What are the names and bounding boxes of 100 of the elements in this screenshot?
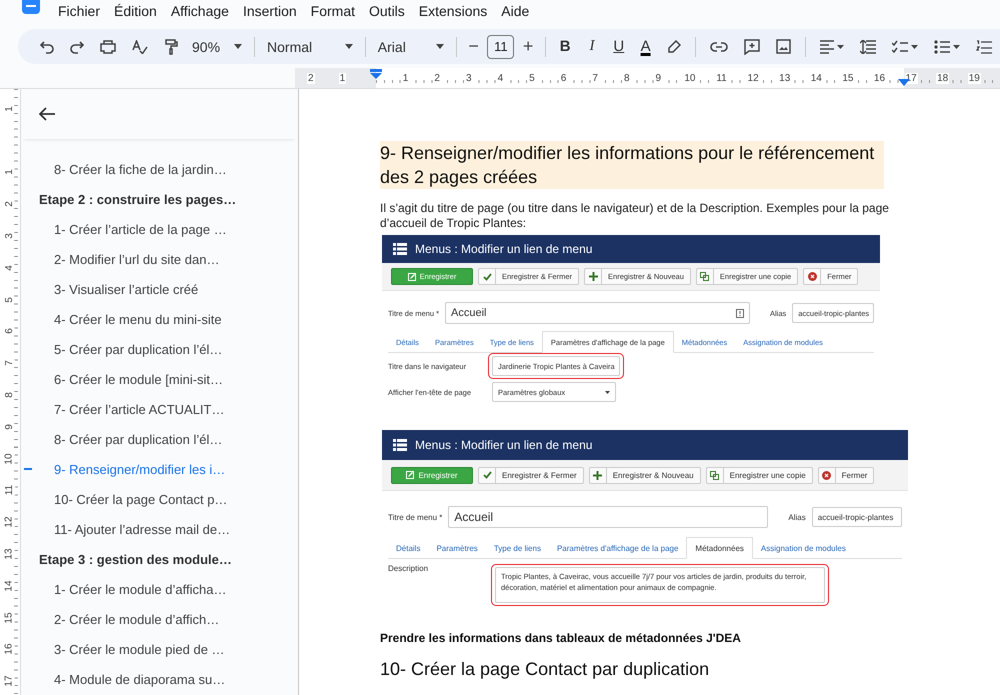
outline-item[interactable]: 8- Créer par duplication l’él… bbox=[54, 432, 222, 446]
close-icon bbox=[808, 272, 817, 281]
text-color-button[interactable]: A bbox=[632, 34, 659, 60]
indent-marker-icon[interactable] bbox=[370, 69, 382, 79]
plus-icon bbox=[588, 272, 598, 281]
outline-item[interactable]: 3- Visualiser l’article créé bbox=[54, 282, 198, 296]
ruler-number: 5 bbox=[5, 296, 15, 302]
admin-button[interactable]: Enregistrer & Fermer bbox=[478, 466, 584, 484]
paint-format-icon[interactable] bbox=[164, 38, 178, 54]
redo-icon[interactable] bbox=[70, 40, 84, 54]
admin-button[interactable]: Enregistrer & Nouveau bbox=[588, 466, 701, 484]
menu-item[interactable]: Extensions bbox=[418, 3, 488, 19]
menu-item[interactable]: Insertion bbox=[242, 3, 297, 19]
italic-button[interactable]: I bbox=[578, 34, 606, 60]
title-field[interactable]: Accueil bbox=[448, 506, 768, 528]
menu-item[interactable]: Aide bbox=[501, 3, 530, 19]
caret-icon bbox=[605, 390, 610, 394]
outline-item[interactable]: 8- Créer la fiche de la jardin… bbox=[54, 162, 227, 176]
link-icon[interactable] bbox=[710, 42, 728, 52]
checklist-icon[interactable] bbox=[892, 40, 918, 54]
ruler-number: 12 bbox=[5, 516, 15, 528]
outline-item[interactable]: 2- Créer le module d’affich… bbox=[54, 612, 220, 626]
ruler-number: 14 bbox=[5, 580, 15, 592]
docs-logo-icon[interactable] bbox=[22, 0, 40, 14]
font-dropdown[interactable]: Arial bbox=[372, 34, 450, 60]
outline-item[interactable]: 6- Créer le module [mini-sit… bbox=[54, 372, 224, 386]
tab[interactable]: Métadonnées bbox=[686, 537, 753, 559]
menu-item[interactable]: Affichage bbox=[170, 3, 229, 19]
ruler-number: 15 bbox=[841, 72, 854, 84]
ruler-number: 7 bbox=[5, 360, 15, 366]
outline-item[interactable]: 4- Créer le menu du mini-site bbox=[54, 312, 222, 326]
outline-heading[interactable]: Etape 3 : gestion des module… bbox=[39, 552, 232, 566]
numbered-list-icon[interactable] bbox=[976, 40, 992, 54]
image-icon[interactable] bbox=[776, 39, 791, 54]
increase-size-button[interactable]: + bbox=[517, 36, 539, 57]
outline-item[interactable]: 3- Créer le module pied de … bbox=[54, 642, 225, 656]
ruler-number: 9 bbox=[654, 72, 662, 84]
outline-item[interactable]: 7- Créer l’article ACTUALIT… bbox=[54, 402, 224, 416]
tab[interactable]: Paramètres bbox=[428, 538, 486, 558]
admin-button[interactable]: Enregistrer une copie bbox=[706, 466, 813, 484]
alias-field[interactable]: accueil-tropic-plantes bbox=[812, 507, 902, 527]
spellcheck-icon[interactable] bbox=[132, 40, 148, 54]
menu-icon bbox=[393, 243, 407, 255]
undo-icon[interactable] bbox=[40, 40, 54, 54]
line-spacing-icon[interactable] bbox=[860, 40, 876, 54]
ruler-number: 12 bbox=[746, 72, 760, 84]
ruler-number: 4 bbox=[496, 72, 504, 84]
bold-button[interactable]: B bbox=[552, 34, 579, 60]
ruler-number: 15 bbox=[5, 612, 15, 624]
ruler-number: 19 bbox=[968, 72, 981, 84]
print-icon[interactable] bbox=[100, 40, 116, 54]
bold-note: Prendre les informations dans tableaux de métadonnées J'DEA bbox=[380, 631, 742, 645]
menu-item[interactable]: Fichier bbox=[58, 3, 100, 19]
outline-item[interactable]: 11- Ajouter l’adresse mail de… bbox=[54, 522, 230, 536]
indent-marker-icon[interactable] bbox=[898, 79, 910, 86]
field-label: Description bbox=[388, 564, 430, 573]
current-marker bbox=[24, 468, 32, 470]
admin-button[interactable]: Fermer bbox=[818, 466, 874, 484]
tab[interactable]: Type de liens bbox=[486, 538, 549, 558]
ruler-number: 10 bbox=[5, 453, 15, 464]
outline-item[interactable]: 10- Créer la page Contact p… bbox=[54, 492, 228, 506]
ruler-number: 6 bbox=[560, 72, 568, 84]
title-field[interactable]: Accueil bbox=[445, 302, 750, 324]
menu-item[interactable]: Outils bbox=[369, 3, 405, 19]
menu-item[interactable]: Format bbox=[310, 3, 355, 19]
ruler-number: 9 bbox=[5, 424, 15, 430]
back-arrow-icon[interactable] bbox=[39, 107, 55, 121]
outline-item[interactable]: 2- Modifier l’url du site dan… bbox=[54, 252, 220, 266]
menu-item[interactable]: Édition bbox=[114, 3, 157, 19]
admin-title: Menus : Modifier un lien de menu bbox=[415, 438, 592, 452]
check-icon bbox=[482, 272, 492, 280]
close-icon bbox=[822, 470, 832, 480]
plus-icon bbox=[593, 470, 602, 480]
ruler-number: 5 bbox=[528, 72, 536, 84]
tab[interactable]: Paramètres d'affichage de la page bbox=[548, 538, 686, 558]
align-left-icon[interactable] bbox=[820, 40, 844, 54]
tab[interactable]: Assignation de modules bbox=[752, 538, 854, 558]
highlighter-icon[interactable] bbox=[666, 40, 681, 54]
outline-heading[interactable]: Etape 2 : construire les pages… bbox=[39, 192, 236, 206]
tab[interactable]: Détails bbox=[388, 538, 428, 558]
outline-item[interactable]: 1- Créer l’article de la page … bbox=[54, 222, 227, 236]
ruler-number: 6 bbox=[5, 328, 15, 334]
font-size-field[interactable]: 11 bbox=[487, 34, 514, 58]
field-label: Titre de menu * bbox=[388, 512, 442, 522]
info-icon bbox=[736, 308, 744, 318]
decrease-size-button[interactable]: − bbox=[462, 36, 484, 57]
zoom-dropdown[interactable]: 90% bbox=[186, 34, 248, 60]
ruler-number: 16 bbox=[872, 72, 886, 84]
ruler-number: 11 bbox=[5, 485, 15, 496]
ruler-number: 13 bbox=[5, 548, 15, 560]
outline-item[interactable]: 9- Renseigner/modifier les i… bbox=[54, 462, 226, 476]
bullet-list-icon[interactable] bbox=[934, 40, 960, 54]
ruler-number: 17 bbox=[5, 676, 15, 687]
ruler-number: 1 bbox=[5, 106, 15, 112]
add-comment-icon[interactable] bbox=[744, 38, 760, 54]
outline-item[interactable]: 4- Module de diaporama su… bbox=[54, 672, 226, 686]
outline-item[interactable]: 1- Créer le module d’afficha… bbox=[54, 582, 226, 596]
outline-item[interactable]: 5- Créer par duplication l’él… bbox=[54, 342, 222, 356]
underline-button[interactable]: U bbox=[605, 34, 632, 60]
style-dropdown[interactable]: Normal bbox=[261, 34, 359, 60]
